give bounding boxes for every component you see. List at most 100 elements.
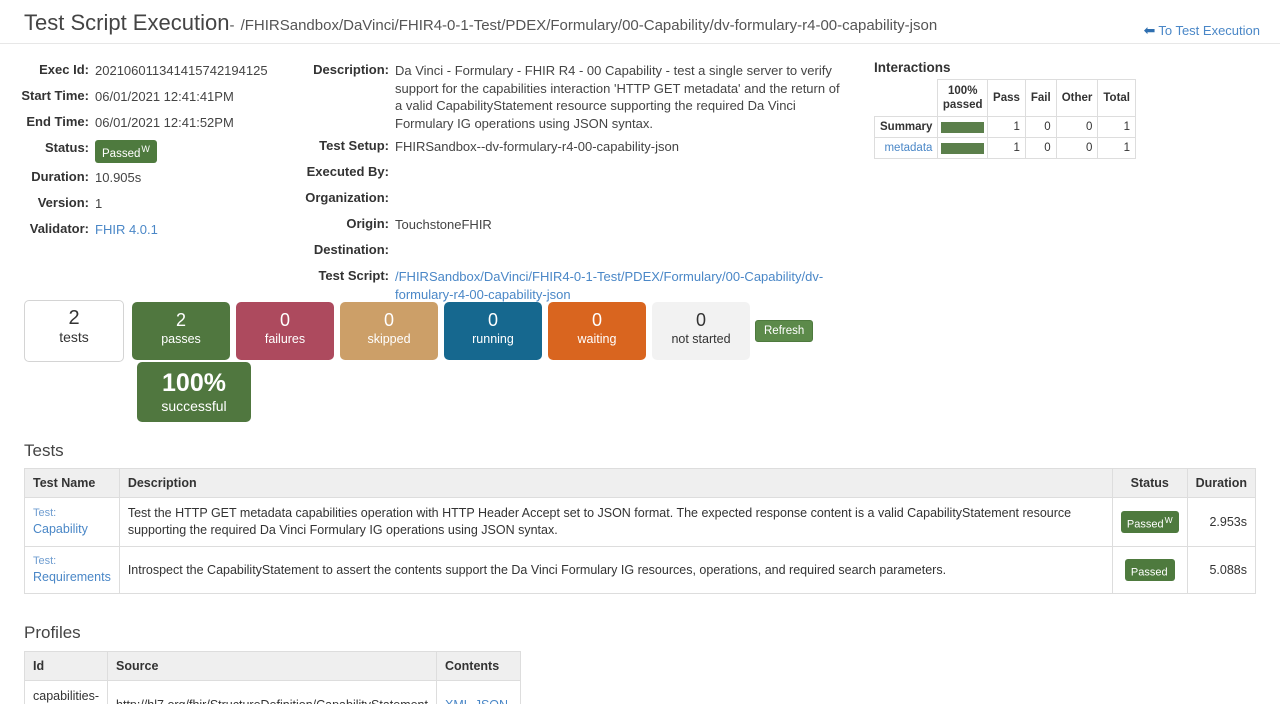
refresh-button[interactable]: Refresh xyxy=(755,320,813,342)
interactions-table: 100% passed Pass Fail Other Total Summar… xyxy=(874,79,1136,159)
interactions-th-fail: Fail xyxy=(1025,80,1056,117)
stat-value: 0 xyxy=(548,310,646,331)
interactions-th-total: Total xyxy=(1098,80,1136,117)
progress-bar-fill xyxy=(941,143,984,154)
interactions-progress-cell xyxy=(938,117,988,138)
table-row: Test:Capability Test the HTTP GET metada… xyxy=(25,498,1256,547)
tests-th-duration: Duration xyxy=(1187,469,1255,498)
detail-value: PassedW xyxy=(95,138,295,163)
tests-th-name: Test Name xyxy=(25,469,120,498)
interactions-other-count: 0 xyxy=(1056,117,1098,138)
status-badge-sup: W xyxy=(141,144,150,154)
detail-row-version: Version: 1 xyxy=(0,193,300,215)
test-link[interactable]: Test:Requirements xyxy=(33,554,111,586)
detail-value: 202106011341415742194125 xyxy=(95,60,295,82)
test-status-cell: PassedW xyxy=(1112,498,1187,547)
interactions-total-count: 1 xyxy=(1098,117,1136,138)
profiles-table: Id Source Contents capabilities-profile … xyxy=(24,651,521,704)
detail-row-origin: Origin: TouchstoneFHIR xyxy=(300,214,860,236)
detail-value xyxy=(395,162,850,184)
test-description-cell: Introspect the CapabilityStatement to as… xyxy=(119,547,1112,594)
interactions-th-blank xyxy=(875,80,938,117)
test-link[interactable]: Test:Capability xyxy=(33,506,111,538)
test-name-prefix: Test: xyxy=(33,506,111,521)
page-title-dash: - xyxy=(229,17,234,34)
interactions-total-count: 1 xyxy=(1098,138,1136,159)
interactions-fail-count: 0 xyxy=(1025,138,1056,159)
test-name-cell: Test:Capability xyxy=(25,498,120,547)
detail-row-duration: Duration: 10.905s xyxy=(0,167,300,189)
progress-bar-fill xyxy=(941,122,984,133)
interactions-header-row: 100% passed Pass Fail Other Total xyxy=(875,80,1136,117)
detail-label: Validator: xyxy=(0,219,95,241)
detail-row-validator: Validator: FHIR 4.0.1 xyxy=(0,219,300,241)
interactions-pass-count: 1 xyxy=(988,138,1026,159)
detail-value: 06/01/2021 12:41:41PM xyxy=(95,86,295,108)
tests-header-row: Test Name Description Status Duration xyxy=(25,469,1256,498)
page-header: Test Script Execution- /FHIRSandbox/DaVi… xyxy=(0,0,1280,44)
stat-box-waiting[interactable]: 0 waiting xyxy=(548,302,646,360)
validator-link[interactable]: FHIR 4.0.1 xyxy=(95,222,158,237)
detail-row-executed-by: Executed By: xyxy=(300,162,860,184)
status-badge: PassedW xyxy=(95,140,157,163)
interactions-pass-count: 1 xyxy=(988,117,1026,138)
test-duration-cell: 5.088s xyxy=(1187,547,1255,594)
arrow-left-icon: ⬅ xyxy=(1144,22,1156,38)
stat-box-not-started[interactable]: 0 not started xyxy=(652,302,750,360)
stat-label: running xyxy=(444,331,542,347)
tests-th-description: Description xyxy=(119,469,1112,498)
test-name-cell: Test:Requirements xyxy=(25,547,120,594)
interactions-th-pass: Pass xyxy=(988,80,1026,117)
stat-box-failures[interactable]: 0 failures xyxy=(236,302,334,360)
detail-label: Origin: xyxy=(300,214,395,236)
stat-box-skipped[interactable]: 0 skipped xyxy=(340,302,438,360)
detail-label: Status: xyxy=(0,138,95,163)
interactions-th-other: Other xyxy=(1056,80,1098,117)
profile-json-link[interactable]: JSON xyxy=(475,698,508,704)
interactions-metadata-link[interactable]: metadata xyxy=(884,142,932,154)
stat-box-passes[interactable]: 2 passes xyxy=(132,302,230,360)
interactions-title: Interactions xyxy=(874,60,1136,75)
stat-value: 0 xyxy=(444,310,542,331)
detail-row-organization: Organization: xyxy=(300,188,860,210)
test-name-prefix: Test: xyxy=(33,554,111,569)
tests-table: Test Name Description Status Duration Te… xyxy=(24,468,1256,594)
back-to-test-execution-link[interactable]: ⬅To Test Execution xyxy=(1144,22,1260,39)
detail-value xyxy=(395,188,850,210)
stat-label: waiting xyxy=(548,331,646,347)
detail-value: 10.905s xyxy=(95,167,295,189)
stat-box-running[interactable]: 0 running xyxy=(444,302,542,360)
profile-xml-link[interactable]: XML xyxy=(445,698,471,704)
status-badge: PassedW xyxy=(1121,511,1179,534)
status-badge-sup: W xyxy=(1165,515,1173,525)
stat-value: 0 xyxy=(340,310,438,331)
test-script-execution-page: Test Script Execution- /FHIRSandbox/DaVi… xyxy=(0,0,1280,704)
profiles-th-id: Id xyxy=(25,652,108,681)
page-title: Test Script Execution- /FHIRSandbox/DaVi… xyxy=(24,10,937,36)
detail-label: Organization: xyxy=(300,188,395,210)
detail-value xyxy=(395,240,850,262)
interactions-row-summary: Summary 1 0 0 1 xyxy=(875,117,1136,138)
detail-value: /FHIRSandbox/DaVinci/FHIR4-0-1-Test/PDEX… xyxy=(395,266,850,303)
stat-label: failures xyxy=(236,331,334,347)
status-badge: Passed xyxy=(1125,559,1175,582)
detail-label: Exec Id: xyxy=(0,60,95,82)
test-script-link[interactable]: /FHIRSandbox/DaVinci/FHIR4-0-1-Test/PDEX… xyxy=(395,269,823,302)
stat-label: passes xyxy=(132,331,230,347)
back-link-label: To Test Execution xyxy=(1158,23,1260,38)
interactions-other-count: 0 xyxy=(1056,138,1098,159)
stat-box-tests[interactable]: 2 tests xyxy=(24,300,124,362)
stat-box-success-rate[interactable]: 100% successful xyxy=(137,362,251,422)
tests-table-wrapper: Test Name Description Status Duration Te… xyxy=(24,468,1256,594)
detail-row-status: Status: PassedW xyxy=(0,138,300,163)
tests-th-status: Status xyxy=(1112,469,1187,498)
test-description-cell: Test the HTTP GET metadata capabilities … xyxy=(119,498,1112,547)
detail-label: Duration: xyxy=(0,167,95,189)
table-row: Test:Requirements Introspect the Capabil… xyxy=(25,547,1256,594)
stat-value: 2 xyxy=(25,308,123,329)
detail-row-destination: Destination: xyxy=(300,240,860,262)
progress-bar-track xyxy=(941,143,984,154)
detail-label: Description: xyxy=(300,60,395,132)
detail-row-end-time: End Time: 06/01/2021 12:41:52PM xyxy=(0,112,300,134)
detail-value: 1 xyxy=(95,193,295,215)
